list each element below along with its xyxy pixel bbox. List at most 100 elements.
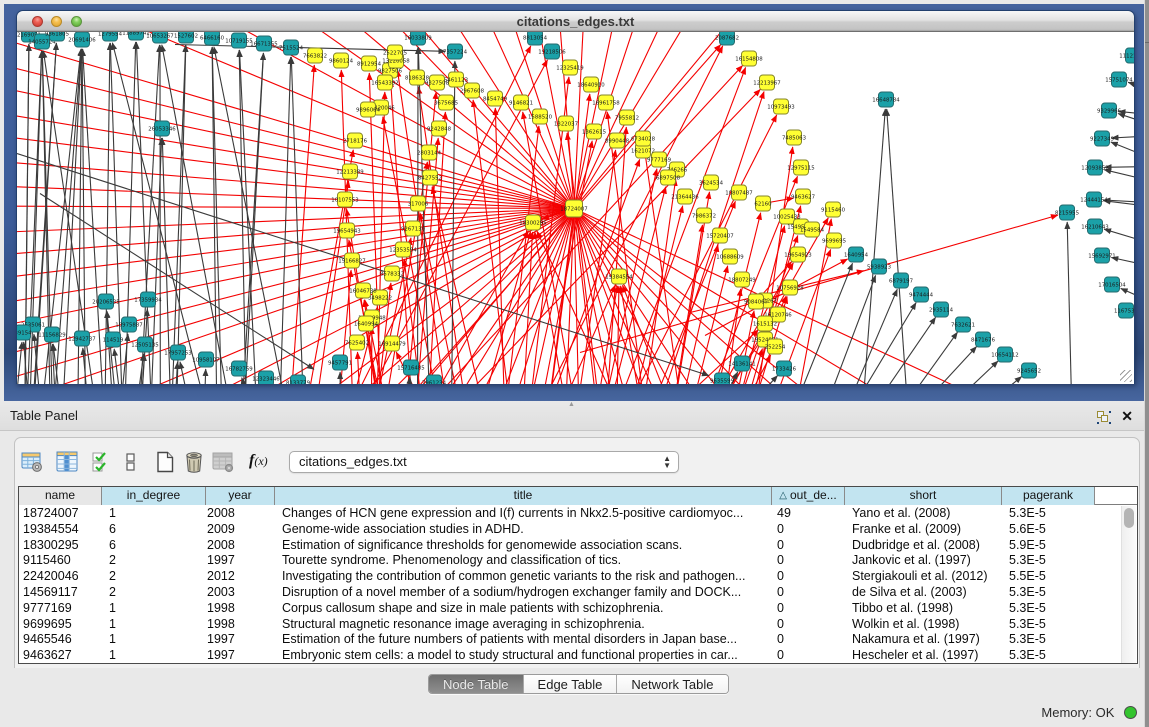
row-height-icon[interactable] xyxy=(125,451,137,473)
select-columns-icon[interactable] xyxy=(91,451,113,473)
graph-node[interactable]: 16210643 xyxy=(1081,219,1108,234)
graph-node[interactable]: 10107553 xyxy=(331,192,358,207)
graph-node[interactable]: 2935114 xyxy=(929,302,954,317)
graph-node[interactable]: 7632621 xyxy=(951,317,975,332)
function-builder-icon[interactable]: f(x) xyxy=(249,452,268,470)
graph-node[interactable]: 12093852 xyxy=(1081,160,1108,175)
graph-node[interactable]: 12213967 xyxy=(753,75,780,90)
graph-node[interactable]: 12444154 xyxy=(1080,192,1108,207)
close-panel-icon[interactable]: ✕ xyxy=(1121,409,1133,423)
graph-node[interactable]: 15751074 xyxy=(1105,72,1133,87)
column-header-name[interactable]: name xyxy=(19,487,102,505)
graph-node[interactable]: 6466160 xyxy=(200,32,225,45)
graph-node[interactable]: 15720407 xyxy=(706,228,733,243)
column-header-short[interactable]: short xyxy=(845,487,1002,505)
graph-node[interactable]: 114519 xyxy=(103,332,124,347)
table-chooser-dropdown[interactable]: citations_edges.txt ▲▼ xyxy=(289,451,679,473)
panel-divider-handle[interactable]: ▲ xyxy=(568,402,580,407)
graph-node[interactable]: 3624534 xyxy=(699,175,724,190)
graph-node[interactable]: 62160 xyxy=(754,196,772,211)
graph-node[interactable]: 16782759 xyxy=(225,361,253,376)
graph-node[interactable]: 8454749 xyxy=(483,91,508,106)
graph-node[interactable]: 10973493 xyxy=(767,99,794,114)
graph-node[interactable]: 6734028 xyxy=(631,131,656,146)
graph-node[interactable]: 9242848 xyxy=(427,121,452,136)
column-header-title[interactable]: title xyxy=(275,487,772,505)
graph-node[interactable]: 10807487 xyxy=(725,185,752,200)
graph-node[interactable]: 9115460 xyxy=(821,202,846,217)
table-mode-icon[interactable] xyxy=(21,451,43,473)
graph-node[interactable]: 5938923 xyxy=(867,259,891,274)
new-document-icon[interactable] xyxy=(154,451,176,473)
table-row[interactable]: 977716911998Corpus callosum shape and si… xyxy=(19,601,1137,617)
graph-node[interactable]: 9860124 xyxy=(329,53,354,68)
table-row[interactable]: 1456911722003Disruption of a novel membe… xyxy=(19,585,1137,601)
network-window-titlebar[interactable]: citations_edges.txt xyxy=(17,11,1134,32)
graph-node[interactable]: 8813054 xyxy=(523,32,548,45)
table-row[interactable]: 1938455462009Genome-wide association stu… xyxy=(19,522,1137,538)
show-columns-icon[interactable] xyxy=(56,451,78,473)
graph-node[interactable]: 9699695 xyxy=(822,233,846,248)
column-header-out_de[interactable]: △out_de... xyxy=(772,487,845,505)
tab-edge-table[interactable]: Edge Table xyxy=(524,675,618,693)
table-row[interactable]: 969969511998Structural magnetic resonanc… xyxy=(19,617,1137,633)
graph-node[interactable]: 1167533 xyxy=(1114,303,1135,318)
graph-node[interactable]: 7625402 xyxy=(345,335,369,350)
graph-node[interactable]: 7663822 xyxy=(303,48,327,63)
graph-node[interactable]: 16914479 xyxy=(378,336,406,351)
graph-node[interactable]: 12213389 xyxy=(336,164,364,179)
graph-node[interactable]: 2087682 xyxy=(715,32,739,45)
graph-node[interactable]: 8215955 xyxy=(1055,205,1079,220)
graph-node[interactable]: 6879197 xyxy=(889,273,913,288)
graph-node[interactable]: 8471676 xyxy=(971,332,996,347)
table-row[interactable]: 1872400712008Changes of HCN gene express… xyxy=(19,506,1137,522)
graph-node[interactable]: 7357224 xyxy=(443,44,468,59)
graph-node[interactable]: 16033809 xyxy=(404,32,432,45)
graph-node[interactable]: 317006 xyxy=(408,196,429,211)
network-canvas[interactable]: 2169051140557249361805206914061279554118… xyxy=(17,32,1134,384)
graph-node[interactable]: 15692971 xyxy=(1088,248,1115,263)
table-vertical-scrollbar[interactable] xyxy=(1121,506,1136,664)
graph-node[interactable]: 10653267 xyxy=(146,32,173,43)
delete-trash-icon[interactable] xyxy=(183,451,205,473)
graph-node[interactable]: 19166827 xyxy=(338,253,365,268)
column-header-year[interactable]: year xyxy=(206,487,275,505)
table-row[interactable]: 911546021997Tourette syndrome. Phenomeno… xyxy=(19,553,1137,569)
graph-node[interactable]: 9146821 xyxy=(509,95,533,110)
graph-node[interactable]: 39154 xyxy=(17,325,32,340)
graph-node[interactable]: 252254 xyxy=(765,339,786,354)
table-row[interactable]: 2242004622012Investigating the contribut… xyxy=(19,569,1137,585)
graph-node[interactable]: 1588520 xyxy=(528,109,553,124)
graph-node[interactable]: 1322037 xyxy=(554,116,578,131)
graph-node[interactable]: 7515524 xyxy=(279,40,304,55)
scrollbar-thumb[interactable] xyxy=(1124,508,1134,528)
graph-node[interactable]: 1279554 xyxy=(98,32,123,41)
graph-node[interactable]: 11121832 xyxy=(1119,48,1135,63)
graph-node[interactable]: 8133779 xyxy=(286,375,311,384)
graph-node[interactable]: 16671355 xyxy=(250,36,277,51)
graph-node[interactable]: 20691406 xyxy=(68,32,96,47)
graph-node[interactable]: 9457791 xyxy=(328,355,352,370)
graph-node[interactable]: 16154808 xyxy=(735,51,763,66)
graph-node[interactable]: 1733426 xyxy=(772,361,797,376)
graph-node[interactable]: 10756928 xyxy=(776,280,804,295)
graph-node[interactable]: 12505135 xyxy=(131,337,158,352)
table-row[interactable]: 946554611997Estimation of the future num… xyxy=(19,632,1137,648)
graph-node[interactable]: 10654112 xyxy=(991,347,1018,362)
graph-node[interactable]: 9245652 xyxy=(1017,363,1041,378)
graph-node[interactable]: 9329966 xyxy=(1097,103,1122,118)
graph-node[interactable]: 16648784 xyxy=(872,92,900,107)
table-row[interactable]: 1830029562008Estimation of significance … xyxy=(19,538,1137,554)
graph-node[interactable]: 9227349 xyxy=(1090,131,1115,146)
graph-node[interactable]: 9635599 xyxy=(710,373,735,384)
graph-node[interactable]: 18807249 xyxy=(728,272,756,287)
graph-node[interactable]: 16961758 xyxy=(592,95,620,110)
column-header-in_degree[interactable]: in_degree xyxy=(102,487,206,505)
graph-node[interactable]: 10688609 xyxy=(716,249,744,264)
tab-network-table[interactable]: Network Table xyxy=(617,675,727,693)
graph-node[interactable]: 1527602 xyxy=(174,32,198,43)
graph-node[interactable]: 9474444 xyxy=(909,287,934,302)
graph-node[interactable]: 12325419 xyxy=(556,60,584,75)
graph-node[interactable]: 7986372 xyxy=(692,208,716,223)
graph-node[interactable]: 12975115 xyxy=(787,160,814,175)
